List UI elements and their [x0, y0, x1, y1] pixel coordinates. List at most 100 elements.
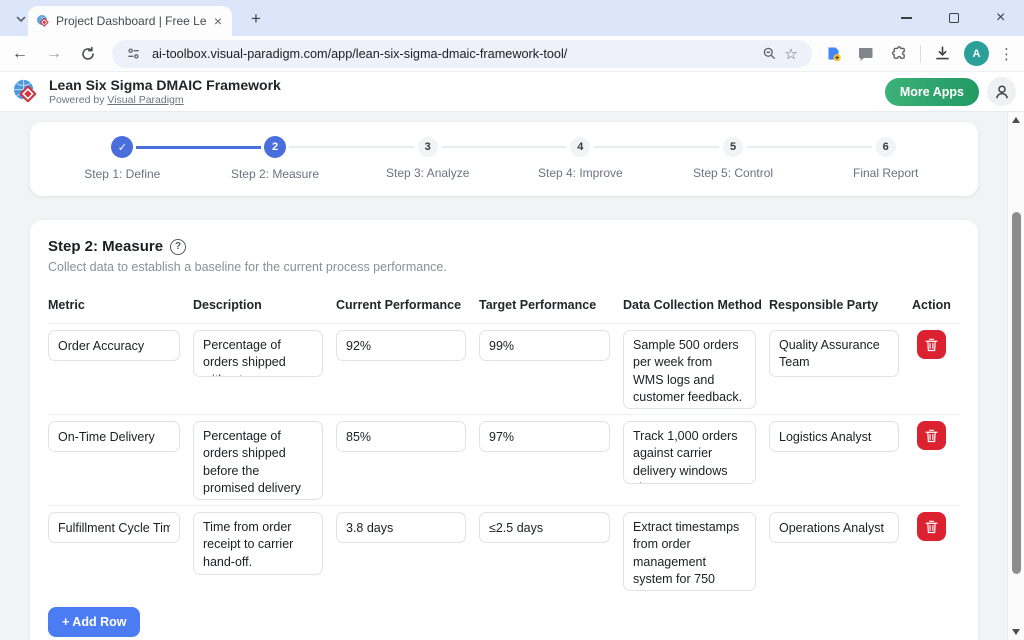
bookmark-star-icon[interactable]: ☆ [780, 43, 802, 65]
metric-input[interactable] [48, 421, 180, 452]
app-title-block: Lean Six Sigma DMAIC Framework Powered b… [49, 77, 281, 105]
header-actions: More Apps [885, 77, 1016, 106]
table-row [48, 506, 960, 596]
data-collection-method-input[interactable] [623, 330, 756, 409]
new-tab-button[interactable]: + [244, 7, 268, 31]
delete-row-button[interactable] [917, 512, 946, 541]
window-close-icon[interactable]: × [996, 10, 1005, 26]
metric-input[interactable] [48, 330, 180, 361]
current-performance-input[interactable] [336, 330, 466, 361]
browser-titlebar: Project Dashboard | Free Lean S × + × [0, 0, 1024, 36]
responsible-party-input[interactable] [769, 512, 899, 543]
stepper-step-define[interactable]: ✓ Step 1: Define [46, 136, 199, 181]
step-complete-check-icon: ✓ [111, 136, 133, 158]
step-label: Final Report [853, 166, 918, 180]
toolbar-divider [920, 45, 921, 63]
section-subtitle: Collect data to establish a baseline for… [48, 260, 960, 274]
responsible-party-input[interactable] [769, 421, 899, 452]
step-label: Step 1: Define [84, 167, 160, 181]
tab-close-icon[interactable]: × [212, 14, 224, 28]
app-header: Lean Six Sigma DMAIC Framework Powered b… [0, 72, 1024, 112]
col-header-target: Target Performance [479, 298, 623, 312]
stepper-connector [136, 146, 261, 149]
step-label: Step 2: Measure [231, 167, 319, 181]
section-title: Step 2: Measure [48, 238, 163, 255]
reload-icon[interactable] [74, 40, 102, 68]
data-collection-method-input[interactable] [623, 512, 756, 591]
target-performance-input[interactable] [479, 512, 610, 543]
measure-card: Step 2: Measure ? Collect data to establ… [30, 220, 978, 640]
current-performance-input[interactable] [336, 512, 466, 543]
stepper-step-analyze[interactable]: 3 Step 3: Analyze [351, 136, 504, 181]
scroll-down-icon[interactable] [1012, 629, 1020, 635]
favicon-icon [36, 14, 50, 28]
user-account-button[interactable] [987, 77, 1016, 106]
stepper: ✓ Step 1: Define 2 Step 2: Measure 3 Ste… [46, 136, 962, 181]
step-number: 3 [418, 137, 438, 157]
description-input[interactable] [193, 330, 323, 377]
step-number: 4 [570, 137, 590, 157]
url-text[interactable]: ai-toolbox.visual-paradigm.com/app/lean-… [152, 47, 758, 61]
step-number: 5 [723, 137, 743, 157]
chat-extension-icon[interactable] [854, 42, 878, 66]
target-performance-input[interactable] [479, 421, 610, 452]
help-icon[interactable]: ? [170, 239, 186, 255]
col-header-action: Action [912, 298, 965, 312]
window-controls: × [882, 0, 1024, 36]
site-settings-icon[interactable] [122, 43, 144, 65]
browser-tab[interactable]: Project Dashboard | Free Lean S × [28, 6, 232, 36]
description-input[interactable] [193, 512, 323, 575]
target-performance-input[interactable] [479, 330, 610, 361]
col-header-description: Description [193, 298, 336, 312]
more-apps-button[interactable]: More Apps [885, 78, 979, 106]
extensions-puzzle-icon[interactable] [887, 42, 911, 66]
delete-row-button[interactable] [917, 421, 946, 450]
stepper-step-improve[interactable]: 4 Step 4: Improve [504, 136, 657, 181]
description-input[interactable] [193, 421, 323, 500]
add-row-button[interactable]: + Add Row [48, 607, 140, 637]
app-title: Lean Six Sigma DMAIC Framework [49, 77, 281, 93]
stepper-step-measure[interactable]: 2 Step 2: Measure [199, 136, 352, 181]
step-label: Step 3: Analyze [386, 166, 469, 180]
reading-list-extension-icon[interactable] [821, 42, 845, 66]
powered-by-prefix: Powered by [49, 94, 107, 106]
forward-icon[interactable]: → [40, 40, 68, 68]
col-header-current: Current Performance [336, 298, 479, 312]
browser-toolbar: ← → ai-toolbox.visual-paradigm.com/app/l… [0, 36, 1024, 72]
data-collection-method-input[interactable] [623, 421, 756, 484]
stepper-step-final-report[interactable]: 6 Final Report [809, 136, 962, 181]
page-scrollbar[interactable] [1007, 112, 1024, 640]
current-performance-input[interactable] [336, 421, 466, 452]
col-header-metric: Metric [48, 298, 193, 312]
window-maximize-icon[interactable] [949, 13, 959, 23]
stepper-connector [442, 146, 567, 148]
download-icon[interactable] [930, 42, 954, 66]
scroll-up-icon[interactable] [1012, 117, 1020, 123]
stepper-step-control[interactable]: 5 Step 5: Control [657, 136, 810, 181]
step-label: Step 4: Improve [538, 166, 623, 180]
zoom-icon[interactable] [758, 43, 780, 65]
step-label: Step 5: Control [693, 166, 773, 180]
stepper-connector [289, 146, 414, 148]
stepper-card: ✓ Step 1: Define 2 Step 2: Measure 3 Ste… [30, 122, 978, 196]
table-row [48, 324, 960, 415]
back-icon[interactable]: ← [6, 40, 34, 68]
col-header-method: Data Collection Method [623, 298, 769, 312]
url-bar[interactable]: ai-toolbox.visual-paradigm.com/app/lean-… [112, 40, 812, 68]
profile-avatar[interactable]: A [964, 41, 989, 66]
step-number: 2 [264, 136, 286, 158]
tab-title: Project Dashboard | Free Lean S [56, 14, 206, 28]
responsible-party-input[interactable] [769, 330, 899, 377]
visual-paradigm-link[interactable]: Visual Paradigm [107, 94, 183, 106]
visual-paradigm-logo [12, 78, 39, 105]
window-minimize-icon[interactable] [901, 17, 912, 19]
table-header: Metric Description Current Performance T… [48, 298, 960, 324]
browser-menu-icon[interactable]: ⋮ [999, 45, 1014, 63]
scrollbar-thumb[interactable] [1012, 212, 1021, 574]
metric-input[interactable] [48, 512, 180, 543]
powered-by: Powered by Visual Paradigm [49, 94, 281, 106]
col-header-party: Responsible Party [769, 298, 912, 312]
page-content: ✓ Step 1: Define 2 Step 2: Measure 3 Ste… [0, 112, 1007, 640]
stepper-connector [594, 146, 719, 148]
delete-row-button[interactable] [917, 330, 946, 359]
